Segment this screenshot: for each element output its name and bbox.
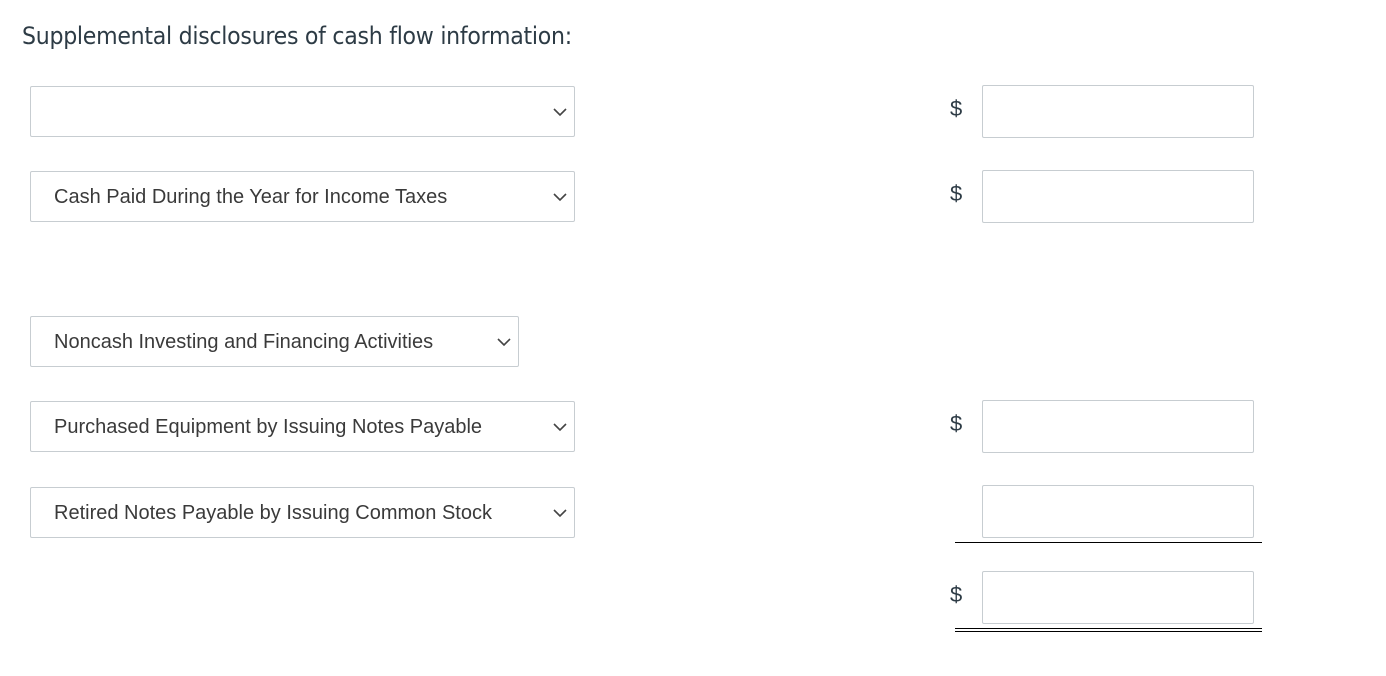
disclosure-select-3[interactable]: Purchased Equipment by Issuing Notes Pay…: [30, 401, 575, 452]
disclosure-select-4[interactable]: Retired Notes Payable by Issuing Common …: [30, 487, 575, 538]
currency-symbol: $: [950, 582, 963, 607]
amount-input-4[interactable]: [982, 485, 1254, 538]
noncash-activities-select[interactable]: Noncash Investing and Financing Activiti…: [30, 316, 519, 367]
chevron-down-icon: [553, 509, 567, 518]
amount-input-3[interactable]: [982, 400, 1254, 453]
total-double-rule-bottom: [955, 631, 1262, 632]
total-double-rule-top: [955, 628, 1262, 629]
select-value: Noncash Investing and Financing Activiti…: [54, 331, 434, 353]
subtotal-rule: [955, 542, 1262, 543]
disclosure-select-2[interactable]: Cash Paid During the Year for Income Tax…: [30, 171, 575, 222]
chevron-down-icon: [553, 108, 567, 117]
select-value: Retired Notes Payable by Issuing Common …: [54, 502, 492, 524]
amount-input-2[interactable]: [982, 170, 1254, 223]
currency-symbol: $: [950, 181, 963, 206]
disclosure-select-1[interactable]: [30, 86, 575, 137]
section-heading: Supplemental disclosures of cash flow in…: [22, 22, 572, 50]
total-amount-input[interactable]: [982, 571, 1254, 624]
chevron-down-icon: [553, 423, 567, 432]
chevron-down-icon: [553, 193, 567, 202]
select-value: Cash Paid During the Year for Income Tax…: [54, 186, 448, 208]
currency-symbol: $: [950, 411, 963, 436]
amount-input-1[interactable]: [982, 85, 1254, 138]
currency-symbol: $: [950, 96, 963, 121]
chevron-down-icon: [497, 338, 511, 347]
select-value: Purchased Equipment by Issuing Notes Pay…: [54, 416, 483, 438]
